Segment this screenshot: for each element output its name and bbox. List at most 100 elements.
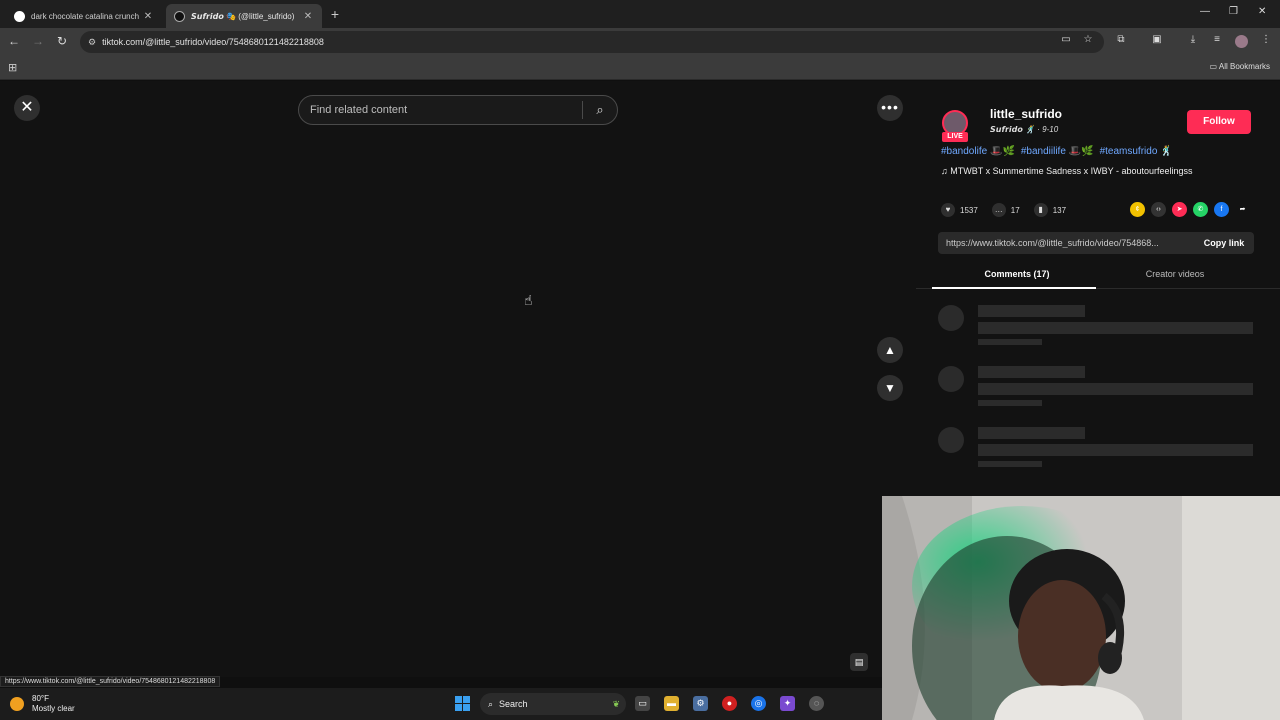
whatsapp-icon[interactable]: ✆ [1193,202,1208,217]
save-count: 137 [1052,205,1067,215]
creator-nickname: 𝙎𝙪𝙛𝙧𝙞𝙙𝙤 🕺 · 9-10 [990,125,1059,134]
close-tab-icon[interactable]: ✕ [142,11,154,22]
webcam-overlay [882,496,1280,720]
tab-title: dark chocolate catalina crunch [31,11,140,21]
start-button[interactable] [455,696,470,711]
browser-toolbar: ← → ↻ ⚙ tiktok.com/@little_sufrido/video… [0,28,1280,56]
bookmark-icon[interactable]: ▮ [1033,203,1048,217]
skeleton-avatar [938,305,964,331]
windows-logo-icon [463,696,470,703]
tab-comments[interactable]: Comments (17) [932,269,1102,279]
tab-title: 𝙎𝙪𝙛𝙧𝙞𝙙𝙤 🎭 (@little_sufrido) [191,11,295,21]
share-link-text[interactable]: https://www.tiktok.com/@little_sufrido/v… [938,238,1194,248]
all-bookmarks-button[interactable]: ▭ All Bookmarks [1210,62,1270,71]
more-options-button[interactable]: ••• [877,95,903,121]
like-heart-icon[interactable]: ♥ [941,203,955,217]
new-tab-button[interactable]: + [328,6,342,22]
share-arrow-icon[interactable]: ➦ [1235,202,1250,217]
comment-skeleton [938,427,1258,477]
weather-widget[interactable]: 80°F Mostly clear [10,694,75,714]
skeleton-line [978,322,1253,334]
minimize-button[interactable]: — [1200,6,1210,17]
related-content-search[interactable]: Find related content ⌕ [298,95,618,125]
taskbar-search[interactable]: ⌕ Search ❦ [480,693,626,715]
music-track[interactable]: ♫ MTWBT x Summertime Sadness x IWBY - ab… [941,166,1193,176]
tiktok-icon [174,10,185,22]
close-window-button[interactable]: ✕ [1258,6,1266,17]
hashtag-link[interactable]: #teamsufrido [1100,146,1158,157]
app-icon[interactable]: ◌ [809,696,824,711]
url-text: tiktok.com/@little_sufrido/video/7548680… [102,37,324,47]
live-badge: LIVE [942,132,968,142]
tab-creator-videos[interactable]: Creator videos [1090,269,1260,279]
skeleton-line [978,444,1253,456]
install-app-icon[interactable]: ▭ [1059,34,1073,48]
copy-link-button[interactable]: Copy link [1194,238,1254,248]
restore-button[interactable]: ❐ [1229,6,1238,17]
send-icon[interactable]: ➤ [1172,202,1187,217]
embed-code-icon[interactable]: ‹› [1151,202,1166,217]
address-bar[interactable]: ⚙ tiktok.com/@little_sufrido/video/75486… [80,31,1104,53]
reload-button[interactable]: ↻ [54,34,70,48]
skeleton-avatar [938,366,964,392]
coin-icon[interactable]: ¢ [1130,202,1145,217]
hashtag-link[interactable]: #bandolife [941,146,987,157]
close-video-button[interactable]: ✕ [14,95,40,121]
screen: dark chocolate catalina crunch ✕ 𝙎𝙪𝙛𝙧𝙞𝙙𝙤… [0,0,1280,720]
tab-tiktok[interactable]: 𝙎𝙪𝙛𝙧𝙞𝙙𝙤 🎭 (@little_sufrido) ✕ [166,4,322,28]
hashtag-link[interactable]: #bandiilife [1021,146,1066,157]
back-button[interactable]: ← [6,34,22,48]
copilot-icon[interactable]: ✦ [780,696,795,711]
bookmark-star-icon[interactable]: ☆ [1081,34,1095,48]
mini-player-icon[interactable]: ▤ [850,653,868,671]
skeleton-line [978,339,1042,345]
facebook-icon[interactable]: f [1214,202,1229,217]
menu-icon[interactable]: ⋮ [1259,34,1273,48]
search-icon: ⌕ [488,698,494,709]
weather-moon-icon [10,697,24,711]
folder-icon: ▭ [1209,62,1219,71]
search-input[interactable]: Find related content [299,104,582,116]
side-panel-icon[interactable]: ▣ [1150,34,1164,48]
skeleton-line [978,366,1085,378]
bookmarks-bar: ⊞ ▭ All Bookmarks [0,56,1280,80]
extensions-icon[interactable]: ⧉ [1114,34,1128,48]
windows-taskbar: 80°F Mostly clear ⌕ Search ❦ ▭ ▬ ⚙ ● ◎ ✦… [0,688,882,720]
downloads-icon[interactable]: ⤓ [1186,34,1200,48]
creator-username[interactable]: little_sufrido [990,107,1062,121]
next-video-button[interactable]: ▼ [877,375,903,401]
chevron-down-icon: ▼ [884,381,896,395]
forward-button[interactable]: → [30,34,46,48]
close-icon: ✕ [20,99,34,116]
reading-list-icon[interactable]: ≡ [1210,34,1224,48]
comment-icon[interactable]: … [991,203,1006,217]
profile-avatar[interactable] [1235,35,1248,48]
active-tab-indicator [932,287,1096,289]
previous-video-button[interactable]: ▲ [877,337,903,363]
like-count: 1537 [960,205,978,215]
taskbar-search-label: Search [499,699,528,709]
settings-icon[interactable]: ⚙ [693,696,708,711]
apps-grid-icon[interactable]: ⊞ [8,61,17,74]
record-icon[interactable]: ● [722,696,737,711]
follow-button[interactable]: Follow [1187,110,1251,134]
more-icon: ••• [881,99,899,115]
skeleton-line [978,383,1253,395]
chevron-up-icon: ▲ [884,343,896,357]
engagement-stats: ♥ 1537 … 17 ▮ 137 [941,203,1080,217]
emoji-icon: 🎩🌿 [1068,146,1094,157]
site-info-icon[interactable]: ⚙ [88,37,96,48]
chrome-icon[interactable]: ◎ [751,696,766,711]
emoji-icon: 🕺 [1160,146,1173,157]
webcam-image [882,496,1280,720]
close-tab-icon[interactable]: ✕ [302,11,314,22]
panel-tabs: Comments (17) Creator videos [916,263,1280,289]
browser-tab-strip: dark chocolate catalina crunch ✕ 𝙎𝙪𝙛𝙧𝙞𝙙𝙤… [0,0,1280,28]
tab-google-search[interactable]: dark chocolate catalina crunch ✕ [6,4,162,28]
skeleton-avatar [938,427,964,453]
emoji-icon: 🎩🌿 [990,146,1016,157]
file-explorer-icon[interactable]: ▬ [664,696,679,711]
status-url: https://www.tiktok.com/@little_sufrido/v… [0,676,221,687]
search-icon[interactable]: ⌕ [583,102,617,118]
task-view-icon[interactable]: ▭ [635,696,650,711]
